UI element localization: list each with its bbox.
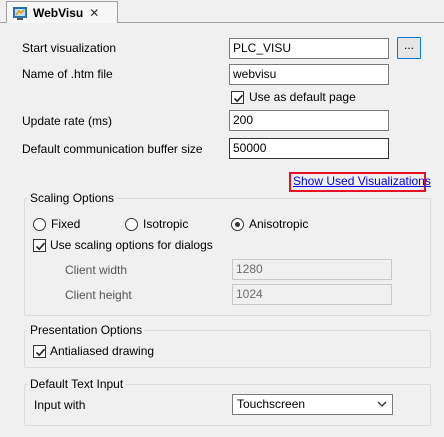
client-height-label: Client height [65, 288, 132, 302]
editor-tabstrip: WebVisu ✕ [0, 0, 444, 24]
scaling-options-title: Scaling Options [28, 191, 117, 205]
text-input-title: Default Text Input [28, 377, 126, 391]
buffer-size-field[interactable]: 50000 [229, 138, 389, 159]
webvisu-icon [13, 7, 27, 20]
start-visualization-field[interactable]: PLC_VISU [229, 38, 389, 59]
update-rate-label: Update rate (ms) [22, 114, 113, 128]
radio-anisotropic[interactable] [231, 218, 244, 231]
tab-title: WebVisu [33, 6, 84, 20]
start-visualization-label: Start visualization [22, 41, 117, 55]
htm-file-field[interactable]: webvisu [229, 64, 389, 85]
radio-selected-dot [235, 222, 240, 227]
radio-isotropic[interactable] [125, 218, 138, 231]
scaling-dialogs-label: Use scaling options for dialogs [50, 238, 213, 252]
antialiased-checkbox[interactable] [33, 345, 46, 358]
radio-anisotropic-label: Anisotropic [249, 217, 309, 231]
update-rate-field[interactable]: 200 [229, 110, 389, 131]
radio-fixed-label: Fixed [51, 217, 81, 231]
default-page-label: Use as default page [249, 90, 356, 104]
scaling-dialogs-checkbox[interactable] [33, 239, 46, 252]
webvisu-settings-panel: Start visualization PLC_VISU ... Name of… [0, 23, 444, 437]
show-used-visualizations-link[interactable]: Show Used Visualizations [289, 172, 431, 192]
chevron-down-icon [377, 401, 387, 407]
default-page-checkbox[interactable] [231, 91, 244, 104]
close-icon[interactable]: ✕ [89, 6, 99, 20]
htm-file-label: Name of .htm file [22, 67, 113, 81]
tab-webvisu[interactable]: WebVisu ✕ [6, 1, 118, 24]
radio-fixed[interactable] [33, 218, 46, 231]
buffer-size-label: Default communication buffer size [22, 142, 203, 156]
checkmark-icon [233, 94, 244, 103]
checkmark-icon [35, 242, 46, 251]
checkmark-icon [35, 348, 46, 357]
antialiased-label: Antialiased drawing [50, 344, 155, 358]
presentation-options-title: Presentation Options [28, 323, 145, 337]
client-height-field: 1024 [232, 284, 392, 305]
client-width-field: 1280 [232, 259, 392, 280]
input-with-dropdown[interactable]: Touchscreen [232, 394, 393, 415]
browse-button[interactable]: ... [397, 37, 421, 59]
input-with-value: Touchscreen [237, 397, 306, 411]
input-with-label: Input with [34, 398, 86, 412]
vertical-scrollbar[interactable] [437, 23, 444, 437]
client-width-label: Client width [65, 263, 128, 277]
radio-isotropic-label: Isotropic [143, 217, 189, 231]
